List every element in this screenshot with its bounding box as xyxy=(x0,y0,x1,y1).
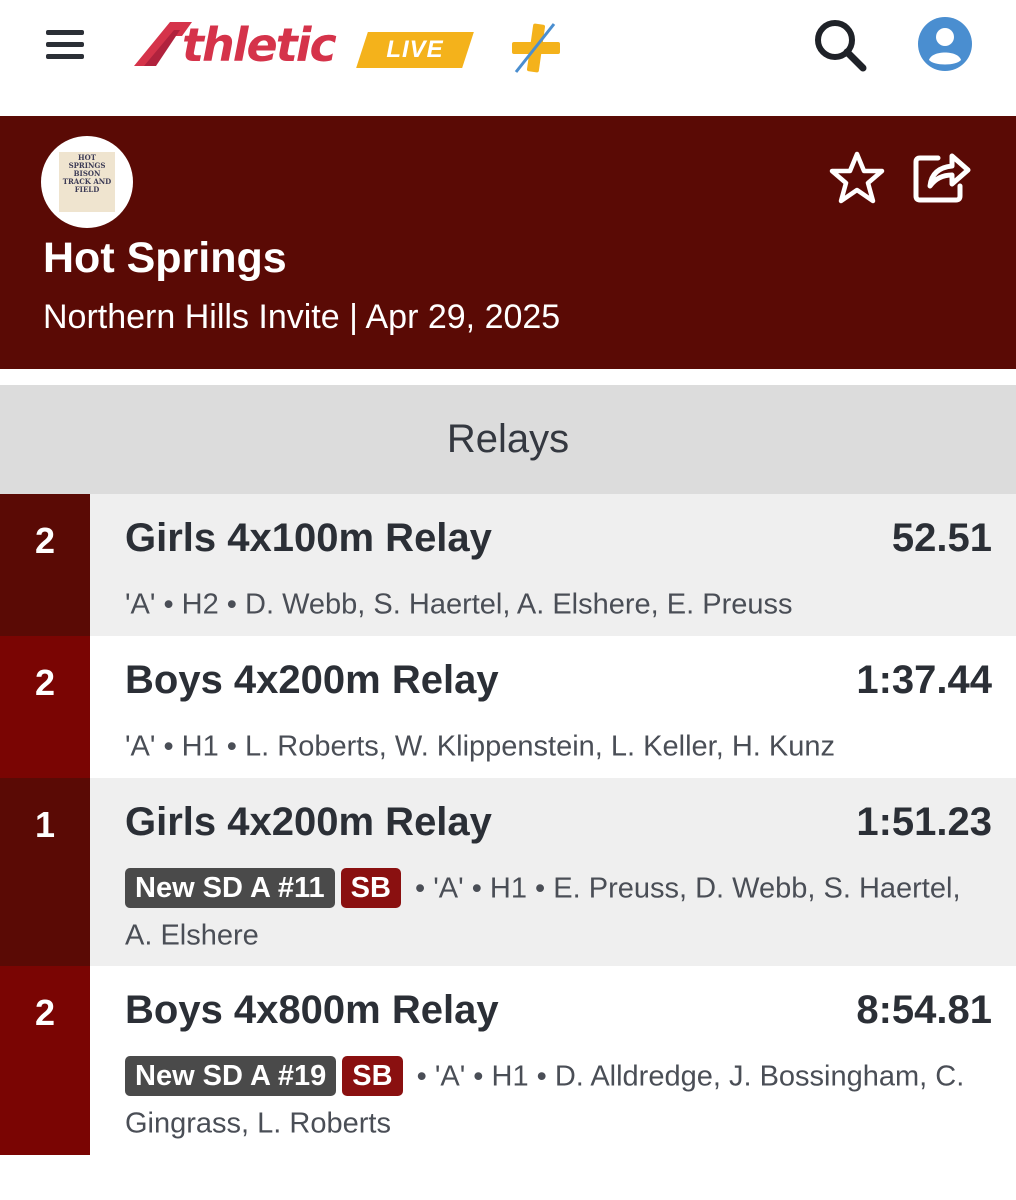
share-icon[interactable] xyxy=(910,146,972,204)
hamburger-menu-icon[interactable] xyxy=(46,30,84,60)
state-ranking-badge: New SD A #19 xyxy=(125,1056,337,1097)
place-number: 1 xyxy=(0,778,90,966)
relay-details-text: 'A' • H1 • L. Roberts, W. Klippenstein, … xyxy=(125,730,835,763)
relay-details-text: 'A' • H2 • D. Webb, S. Haertel, A. Elshe… xyxy=(125,588,793,621)
season-best-badge: SB xyxy=(342,1056,403,1097)
event-name: Boys 4x800m Relay xyxy=(125,988,499,1032)
bison-seal-image: HOT SPRINGS BISON TRACK AND FIELD xyxy=(59,152,115,212)
plus-icon[interactable] xyxy=(508,20,564,76)
state-ranking-badge: New SD A #11 xyxy=(125,868,335,909)
result-row[interactable]: 1 Girls 4x200m Relay 1:51.23 New SD A #1… xyxy=(0,778,1016,966)
relay-details: New SD A #11 SB • 'A' • H1 • E. Preuss, D… xyxy=(125,864,965,959)
result-body: Boys 4x200m Relay 1:37.44 'A' • H1 • L. … xyxy=(90,636,1016,778)
result-row[interactable]: 2 Boys 4x200m Relay 1:37.44 'A' • H1 • L… xyxy=(0,636,1016,778)
team-logo: HOT SPRINGS BISON TRACK AND FIELD xyxy=(41,136,133,228)
event-name: Boys 4x200m Relay xyxy=(125,658,499,702)
result-body: Boys 4x800m Relay 8:54.81 New SD A #19 SB… xyxy=(90,966,1016,1155)
search-icon[interactable] xyxy=(812,17,868,73)
favorite-star-icon[interactable] xyxy=(828,150,886,206)
meet-name-date[interactable]: Northern Hills Invite | Apr 29, 2025 xyxy=(43,298,560,337)
team-name: Hot Springs xyxy=(43,234,287,282)
season-best-badge: SB xyxy=(340,868,401,909)
event-name: Girls 4x100m Relay xyxy=(125,516,492,560)
athletic-live-logo[interactable]: thletic LIVE xyxy=(130,14,474,76)
logo-live-badge: LIVE xyxy=(356,32,474,68)
user-profile-icon[interactable] xyxy=(918,17,972,71)
result-mark: 8:54.81 xyxy=(856,988,992,1032)
relay-details: 'A' • H2 • D. Webb, S. Haertel, A. Elshe… xyxy=(125,580,965,627)
relay-details: New SD A #19 SB • 'A' • H1 • D. Alldredge… xyxy=(125,1052,965,1147)
result-body: Girls 4x200m Relay 1:51.23 New SD A #11 S… xyxy=(90,778,1016,966)
place-number: 2 xyxy=(0,966,90,1155)
result-row[interactable]: 2 Boys 4x800m Relay 8:54.81 New SD A #19… xyxy=(0,966,1016,1155)
logo-wordmark: thletic xyxy=(182,18,337,72)
result-mark: 1:51.23 xyxy=(856,800,992,844)
place-number: 2 xyxy=(0,494,90,636)
team-header: HOT SPRINGS BISON TRACK AND FIELD Hot Sp… xyxy=(0,116,1016,369)
place-number: 2 xyxy=(0,636,90,778)
result-body: Girls 4x100m Relay 52.51 'A' • H2 • D. W… xyxy=(90,494,1016,636)
relay-details: 'A' • H1 • L. Roberts, W. Klippenstein, … xyxy=(125,722,965,769)
top-nav-bar: thletic LIVE xyxy=(0,0,1016,116)
result-mark: 52.51 xyxy=(891,516,992,560)
result-mark: 1:37.44 xyxy=(856,658,992,702)
section-header-relays: Relays xyxy=(0,385,1016,494)
result-row[interactable]: 2 Girls 4x100m Relay 52.51 'A' • H2 • D.… xyxy=(0,494,1016,636)
event-name: Girls 4x200m Relay xyxy=(125,800,492,844)
